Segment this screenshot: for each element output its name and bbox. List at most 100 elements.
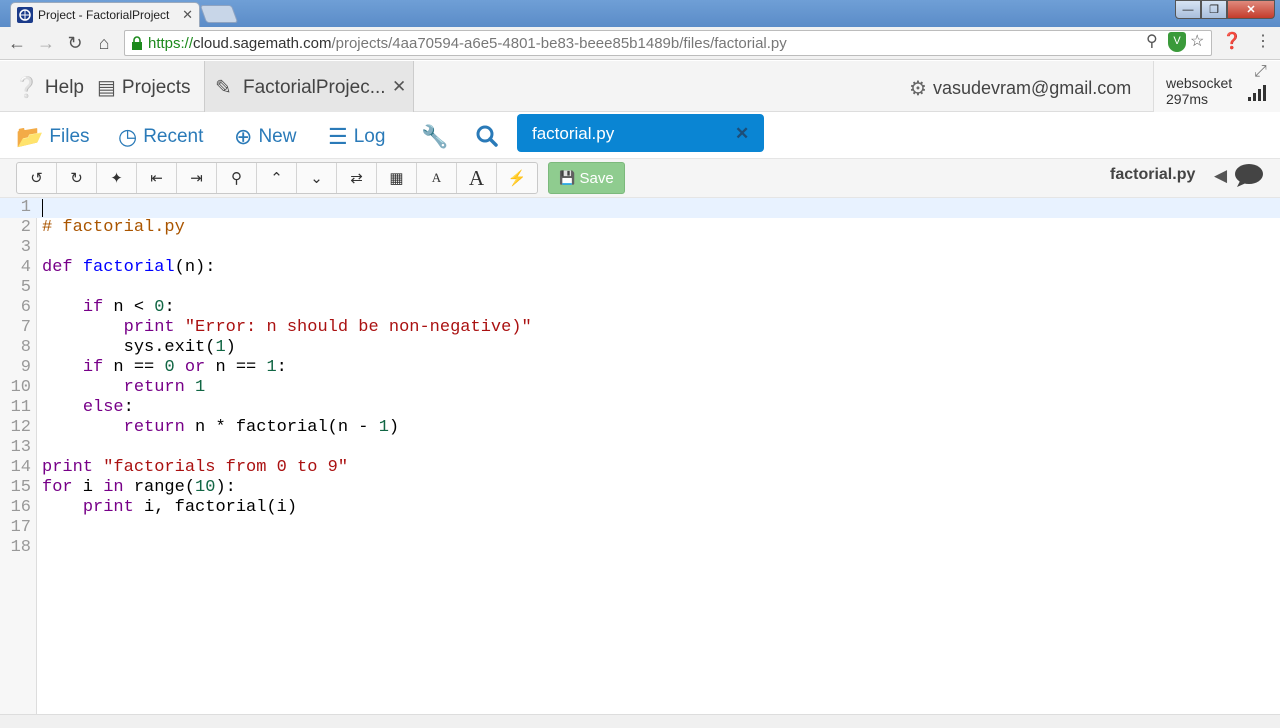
text-cursor — [42, 199, 43, 217]
open-file-tab[interactable]: factorial.py ✕ — [517, 114, 764, 152]
horizontal-scrollbar[interactable] — [0, 714, 1280, 728]
font-small-icon: A — [431, 170, 442, 185]
split-view-button[interactable]: ▦ — [377, 163, 417, 193]
magic-wand-icon: ✦ — [110, 170, 123, 187]
code-line[interactable]: 13 — [0, 438, 1280, 458]
code-text: if n == 0 or n == 1: — [82, 358, 287, 377]
settings-wrench-button[interactable]: 🔧 — [421, 124, 454, 150]
code-line[interactable]: 14 print "factorials from 0 to 9" — [0, 458, 1280, 478]
code-line[interactable]: 8 sys.exit(1) — [0, 338, 1280, 358]
address-bar[interactable]: https://cloud.sagemath.com/projects/4aa7… — [124, 30, 1212, 56]
line-number: 12 — [10, 418, 31, 437]
line-number: 9 — [20, 358, 31, 377]
bookmark-star-icon[interactable]: ☆ — [1190, 31, 1204, 51]
window-minimize-button[interactable]: — — [1175, 0, 1201, 19]
websocket-latency: 297ms — [1166, 91, 1209, 107]
project-tab-label: FactorialProjec... — [243, 77, 386, 98]
forward-arrow-icon[interactable]: → — [35, 33, 57, 53]
browser-tab-title: Project - FactorialProject — [38, 8, 170, 22]
code-line[interactable]: 5 — [0, 278, 1280, 298]
find-button[interactable]: ⚲ — [217, 163, 257, 193]
code-text: print i, factorial(i) — [82, 498, 298, 517]
lock-icon — [132, 36, 142, 50]
new-button[interactable]: ⊕ New — [234, 124, 296, 150]
unindent-icon: ⇤ — [150, 170, 163, 187]
line-number: 1 — [20, 198, 31, 217]
recent-button[interactable]: ◷ Recent — [118, 124, 203, 150]
caret-left-icon[interactable]: ◀ — [1214, 166, 1227, 186]
log-button[interactable]: ☰ Log — [328, 124, 385, 150]
account-button[interactable]: ⚙ vasudevram@gmail.com — [909, 76, 1131, 101]
redo-button[interactable]: ↻ — [57, 163, 97, 193]
projects-button[interactable]: ▤ Projects — [97, 75, 191, 100]
code-line[interactable]: 3 — [0, 238, 1280, 258]
code-line[interactable]: 17 — [0, 518, 1280, 538]
help-label: Help — [44, 76, 84, 98]
folder-open-icon: 📂 — [16, 124, 44, 149]
window-close-button[interactable]: ✕ — [1227, 0, 1275, 19]
save-button[interactable]: 💾 Save — [548, 162, 625, 194]
code-line[interactable]: 9 if n == 0 or n == 1: — [0, 358, 1280, 378]
code-text: print "Error: n should be non-negative)" — [123, 318, 532, 337]
code-line[interactable]: 12 return n * factorial(n - 1) — [0, 418, 1280, 438]
code-line[interactable]: 4 def factorial(n): — [0, 258, 1280, 278]
line-number: 4 — [20, 258, 31, 277]
plus-circle-icon: ⊕ — [234, 124, 253, 149]
extension-shield-icon[interactable]: V — [1168, 32, 1186, 52]
browser-tab[interactable]: Project - FactorialProject ✕ — [10, 2, 200, 27]
line-number: 17 — [10, 518, 31, 537]
search-button[interactable] — [475, 124, 499, 148]
browser-tab-close-icon[interactable]: ✕ — [182, 7, 193, 23]
replace-icon: ⇄ — [350, 170, 363, 187]
chat-bubble-icon[interactable] — [1234, 163, 1264, 187]
code-line[interactable]: 18 — [0, 538, 1280, 558]
new-tab-button[interactable] — [199, 5, 239, 23]
undo-button[interactable]: ↺ — [17, 163, 57, 193]
replace-button[interactable]: ⇄ — [337, 163, 377, 193]
code-line[interactable]: 2 # factorial.py — [0, 218, 1280, 238]
code-line[interactable]: 10 return 1 — [0, 378, 1280, 398]
indent-button[interactable]: ⇥ — [177, 163, 217, 193]
code-line[interactable]: 6 if n < 0: — [0, 298, 1280, 318]
font-increase-button[interactable]: A — [457, 163, 497, 193]
zoom-icon[interactable]: ⚲ — [1146, 31, 1158, 51]
window-maximize-button[interactable]: ❐ — [1201, 0, 1227, 19]
autoformat-button[interactable]: ✦ — [97, 163, 137, 193]
code-line[interactable]: 16 print i, factorial(i) — [0, 498, 1280, 518]
new-label: New — [258, 126, 297, 147]
open-file-tab-close-icon[interactable]: ✕ — [735, 124, 749, 144]
find-prev-button[interactable]: ⌃ — [257, 163, 297, 193]
line-number: 7 — [20, 318, 31, 337]
signal-bars-icon — [1248, 85, 1268, 101]
log-label: Log — [353, 126, 386, 147]
font-large-icon: A — [468, 165, 485, 190]
search-icon — [476, 125, 498, 147]
reload-icon[interactable]: ↻ — [64, 33, 86, 53]
unindent-button[interactable]: ⇤ — [137, 163, 177, 193]
code-editor[interactable]: 1 2 # factorial.py 3 4 def factorial(n): 5 6 if… — [0, 198, 1280, 714]
recent-label: Recent — [143, 126, 204, 147]
help-circle-icon[interactable]: ❓ — [1222, 31, 1242, 51]
find-next-button[interactable]: ⌄ — [297, 163, 337, 193]
code-line[interactable]: 11 else: — [0, 398, 1280, 418]
code-line[interactable]: 7 print "Error: n should be non-negative… — [0, 318, 1280, 338]
code-line[interactable]: 1 — [0, 198, 1280, 218]
run-button[interactable]: ⚡ — [497, 163, 537, 193]
menu-icon[interactable]: ⋮ — [1255, 31, 1271, 51]
projects-label: Projects — [121, 76, 191, 98]
clock-icon: ◷ — [118, 124, 138, 149]
project-tab-close-icon[interactable]: ✕ — [392, 77, 406, 97]
server-stack-icon: ▤ — [97, 77, 116, 99]
help-button[interactable]: ❔ Help — [14, 75, 84, 100]
line-number: 18 — [10, 538, 31, 557]
websocket-status: websocket 297ms ⤢ — [1153, 61, 1280, 112]
code-line[interactable]: 15 for i in range(10): — [0, 478, 1280, 498]
bolt-icon: ⚡ — [507, 170, 527, 187]
project-tab[interactable]: ✎ FactorialProjec... ✕ — [204, 61, 414, 112]
fullscreen-expand-icon[interactable]: ⤢ — [1254, 63, 1267, 81]
font-decrease-button[interactable]: A — [417, 163, 457, 193]
back-arrow-icon[interactable]: ← — [6, 33, 28, 53]
files-button[interactable]: 📂 Files — [16, 124, 90, 150]
home-icon[interactable]: ⌂ — [93, 33, 115, 53]
account-email: vasudevram@gmail.com — [932, 78, 1132, 98]
